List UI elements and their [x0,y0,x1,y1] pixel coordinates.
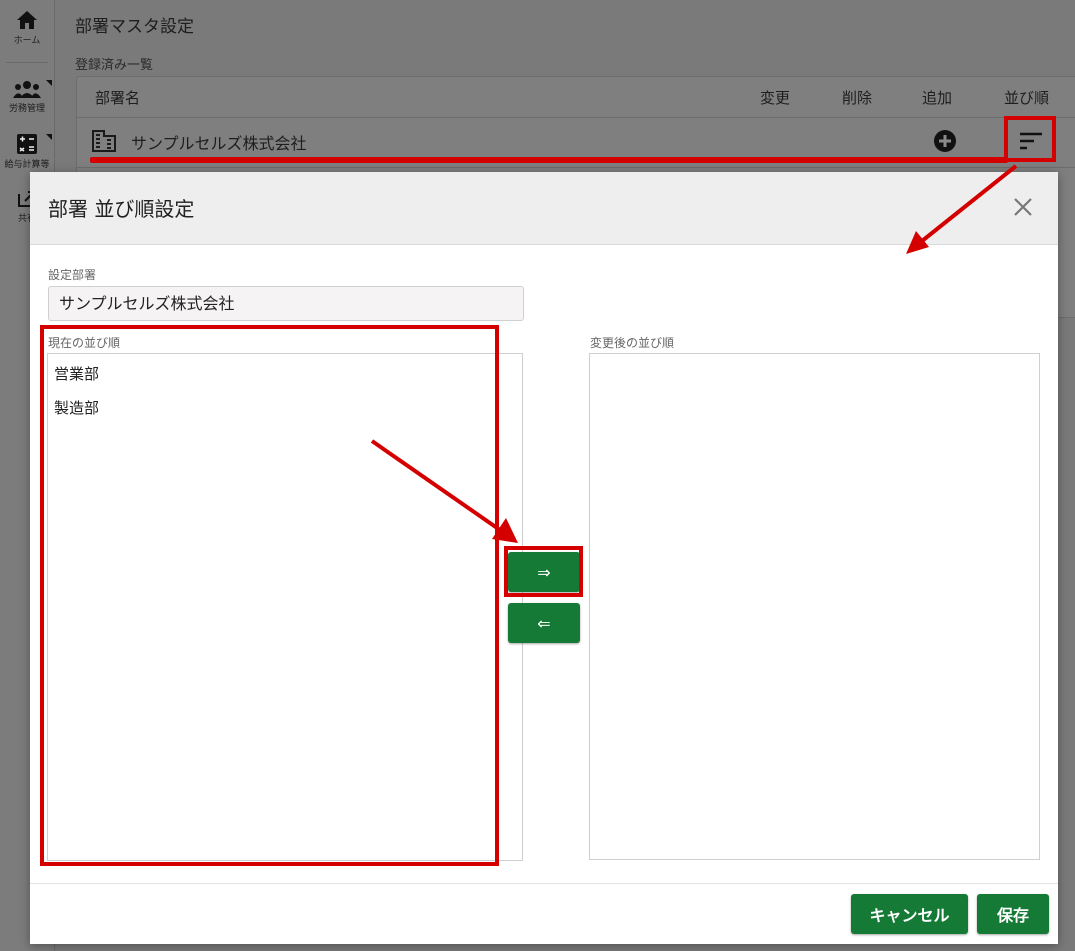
dialog-header: 部署 並び順設定 [30,172,1058,245]
header-name: 部署名 [95,89,141,107]
highlight-move-right-button [504,546,583,597]
save-button[interactable]: 保存 [977,894,1049,934]
after-order-label: 変更後の並び順 [590,336,675,350]
section-label: 登録済み一覧 [75,58,154,73]
highlight-current-list [40,325,499,866]
page-title: 部署マスタ設定 [75,17,194,37]
dept-field-label: 設定部署 [48,268,97,282]
sidebar-item-home[interactable]: ホーム [0,10,54,46]
expand-caret-icon [46,80,52,86]
close-icon[interactable] [1010,194,1036,220]
dialog-title: 部署 並び順設定 [48,197,195,221]
highlight-row-underline [90,157,1008,163]
header-add: 追加 [922,89,953,107]
sidebar-item-label: 労務管理 [8,104,45,114]
highlight-sort-button [1004,116,1056,162]
calculator-icon [17,134,37,154]
add-circle-icon[interactable] [934,130,956,152]
cancel-button[interactable]: キャンセル [851,894,968,934]
header-edit: 変更 [760,89,791,107]
list-header: 部署名 変更 削除 追加 並び順 [77,77,1075,118]
dialog-footer: キャンセル 保存 [30,883,1058,944]
dept-field: サンプルセルズ株式会社 [48,286,524,321]
header-order: 並び順 [1004,89,1050,107]
building-icon [92,130,116,152]
sidebar-item-label: 給与計算等 [4,160,50,170]
after-order-list[interactable] [589,353,1040,860]
people-icon [13,81,41,98]
move-left-button[interactable]: ⇐ [508,603,580,643]
sidebar-item-labor[interactable]: 労務管理 [0,80,54,114]
department-name: サンプルセルズ株式会社 [131,134,307,153]
expand-caret-icon [46,134,52,140]
sidebar-item-label: ホーム [13,36,41,46]
header-delete: 削除 [842,89,873,107]
sidebar-divider [6,62,48,63]
home-icon [17,11,37,29]
sidebar-item-payroll[interactable]: 給与計算等 [0,134,54,170]
